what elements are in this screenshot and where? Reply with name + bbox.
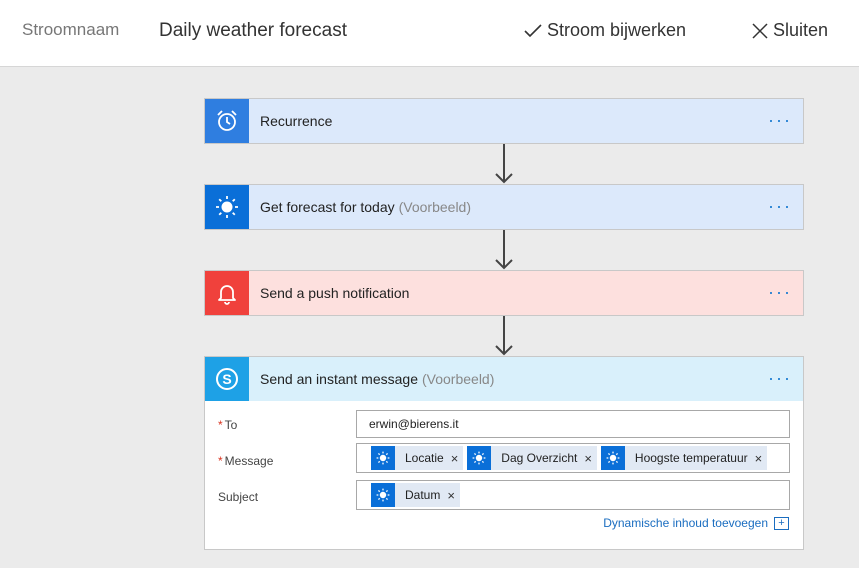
message-field[interactable]: Locatie × Dag Overzicht × Hoogste temper… bbox=[356, 443, 790, 473]
remove-token-icon[interactable]: × bbox=[451, 451, 459, 466]
step-card-forecast: Get forecast for today (Voorbeeld) ··· bbox=[204, 184, 804, 230]
step-title-text: Send an instant message bbox=[260, 371, 418, 387]
token-label: Hoogste temperatuur bbox=[634, 451, 748, 465]
flow-arrow bbox=[495, 230, 513, 270]
flow-name-field[interactable]: Daily weather forecast bbox=[159, 20, 347, 42]
to-field-value: erwin@bierens.it bbox=[369, 417, 459, 431]
step-card-push-notification: Send a push notification ··· bbox=[204, 270, 804, 316]
to-label: * To bbox=[218, 418, 238, 432]
sun-icon bbox=[600, 446, 625, 470]
preview-tag: (Voorbeeld) bbox=[422, 371, 495, 387]
close-icon bbox=[752, 22, 768, 39]
token-hoogste-temperatuur[interactable]: Hoogste temperatuur × bbox=[600, 446, 768, 470]
sun-icon bbox=[371, 446, 395, 470]
message-form: * To erwin@bierens.it * Message Locatie × … bbox=[205, 401, 803, 549]
step-card-instant-message: S Send an instant message (Voorbeeld) ···… bbox=[204, 356, 804, 550]
subject-label: Subject bbox=[218, 490, 259, 504]
bell-icon bbox=[205, 271, 249, 315]
sun-icon bbox=[205, 185, 249, 229]
token-label: Dag Overzicht bbox=[501, 451, 578, 465]
close-label: Sluiten bbox=[773, 20, 829, 40]
check-icon bbox=[524, 23, 542, 37]
step-title: Send an instant message (Voorbeeld) bbox=[260, 371, 494, 387]
remove-token-icon[interactable]: × bbox=[447, 488, 455, 503]
update-flow-button[interactable]: Stroom bijwerken bbox=[524, 20, 686, 41]
step-title-text: Get forecast for today bbox=[260, 199, 395, 215]
step-title: Get forecast for today (Voorbeeld) bbox=[260, 199, 471, 215]
step-header-push-notification[interactable]: Send a push notification ··· bbox=[205, 271, 803, 315]
alarm-clock-icon bbox=[205, 99, 249, 143]
svg-text:S: S bbox=[222, 371, 231, 387]
more-options-button[interactable]: ··· bbox=[768, 111, 792, 129]
token-datum[interactable]: Datum × bbox=[371, 483, 460, 507]
token-label: Locatie bbox=[405, 451, 444, 465]
remove-token-icon[interactable]: × bbox=[755, 451, 763, 466]
flow-arrow bbox=[495, 144, 513, 184]
more-options-button[interactable]: ··· bbox=[768, 283, 792, 301]
flow-arrow bbox=[495, 316, 513, 356]
plus-icon: + bbox=[774, 516, 789, 530]
message-label: * Message bbox=[218, 454, 274, 468]
to-field[interactable]: erwin@bierens.it bbox=[356, 410, 790, 438]
token-dag-overzicht[interactable]: Dag Overzicht × bbox=[467, 446, 597, 470]
token-label: Datum bbox=[405, 488, 441, 502]
header-bar: Stroomnaam Daily weather forecast Stroom… bbox=[0, 0, 859, 67]
sun-icon bbox=[371, 483, 395, 507]
step-card-recurrence: Recurrence ··· bbox=[204, 98, 804, 144]
add-dynamic-content-label: Dynamische inhoud toevoegen bbox=[603, 516, 768, 530]
more-options-button[interactable]: ··· bbox=[768, 369, 792, 387]
remove-token-icon[interactable]: × bbox=[584, 451, 592, 466]
token-locatie[interactable]: Locatie × bbox=[371, 446, 464, 470]
step-header-recurrence[interactable]: Recurrence ··· bbox=[205, 99, 803, 143]
step-title: Recurrence bbox=[260, 113, 333, 129]
step-title: Send a push notification bbox=[260, 285, 410, 301]
subject-field[interactable]: Datum × bbox=[356, 480, 790, 510]
sun-icon bbox=[467, 446, 492, 470]
close-button[interactable]: Sluiten bbox=[752, 20, 828, 41]
update-flow-label: Stroom bijwerken bbox=[547, 20, 687, 40]
skype-icon: S bbox=[205, 357, 249, 401]
add-dynamic-content-link[interactable]: Dynamische inhoud toevoegen + bbox=[603, 516, 789, 530]
step-header-forecast[interactable]: Get forecast for today (Voorbeeld) ··· bbox=[205, 185, 803, 229]
flow-name-label: Stroomnaam bbox=[22, 20, 120, 39]
more-options-button[interactable]: ··· bbox=[768, 197, 792, 215]
preview-tag: (Voorbeeld) bbox=[398, 199, 472, 215]
step-header-instant-message[interactable]: S Send an instant message (Voorbeeld) ··· bbox=[205, 357, 803, 401]
